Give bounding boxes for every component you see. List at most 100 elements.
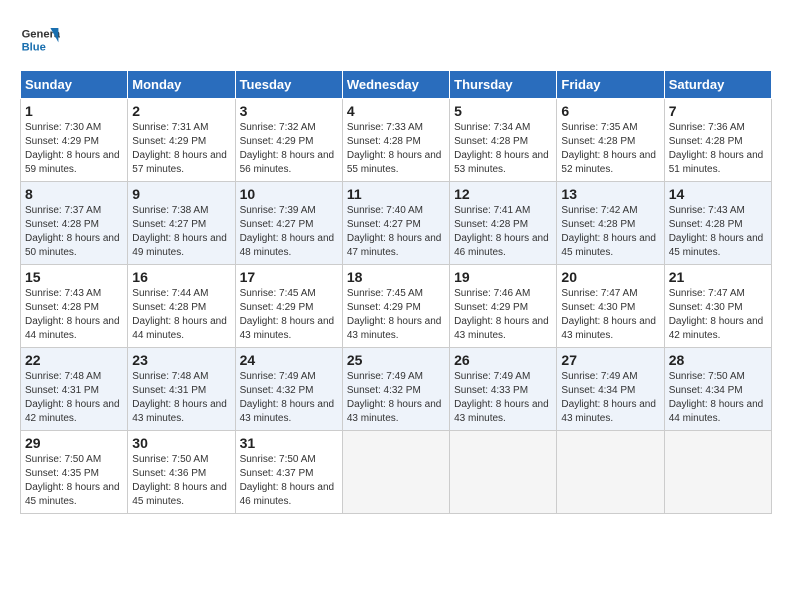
day-number: 7: [669, 103, 767, 119]
cell-info: Sunrise: 7:50 AMSunset: 4:35 PMDaylight:…: [25, 453, 123, 509]
cell-info: Sunrise: 7:48 AMSunset: 4:31 PMDaylight:…: [25, 370, 123, 426]
logo-icon: General Blue: [20, 20, 60, 60]
calendar-cell: 18 Sunrise: 7:45 AMSunset: 4:29 PMDayligh…: [342, 265, 449, 348]
day-number: 13: [561, 186, 659, 202]
day-number: 2: [132, 103, 230, 119]
day-number: 25: [347, 352, 445, 368]
day-number: 6: [561, 103, 659, 119]
column-header-wednesday: Wednesday: [342, 71, 449, 99]
logo: General Blue: [20, 20, 64, 60]
cell-info: Sunrise: 7:49 AMSunset: 4:33 PMDaylight:…: [454, 370, 552, 426]
cell-info: Sunrise: 7:45 AMSunset: 4:29 PMDaylight:…: [240, 287, 338, 343]
cell-info: Sunrise: 7:47 AMSunset: 4:30 PMDaylight:…: [669, 287, 767, 343]
day-number: 29: [25, 435, 123, 451]
cell-info: Sunrise: 7:49 AMSunset: 4:34 PMDaylight:…: [561, 370, 659, 426]
calendar-cell: 31 Sunrise: 7:50 AMSunset: 4:37 PMDayligh…: [235, 431, 342, 514]
calendar-cell: 5 Sunrise: 7:34 AMSunset: 4:28 PMDaylight…: [450, 99, 557, 182]
calendar-week-4: 22Sunrise: 7:48 AMSunset: 4:31 PMDayligh…: [21, 348, 772, 431]
calendar-cell: 7 Sunrise: 7:36 AMSunset: 4:28 PMDaylight…: [664, 99, 771, 182]
calendar-cell: 13 Sunrise: 7:42 AMSunset: 4:28 PMDayligh…: [557, 182, 664, 265]
column-header-sunday: Sunday: [21, 71, 128, 99]
calendar-cell: 27 Sunrise: 7:49 AMSunset: 4:34 PMDayligh…: [557, 348, 664, 431]
cell-info: Sunrise: 7:36 AMSunset: 4:28 PMDaylight:…: [669, 121, 767, 177]
calendar-cell: [450, 431, 557, 514]
calendar-cell: 3 Sunrise: 7:32 AMSunset: 4:29 PMDaylight…: [235, 99, 342, 182]
page-header: General Blue: [20, 20, 772, 60]
calendar-body: 1Sunrise: 7:30 AMSunset: 4:29 PMDaylight…: [21, 99, 772, 514]
cell-info: Sunrise: 7:40 AMSunset: 4:27 PMDaylight:…: [347, 204, 445, 260]
cell-info: Sunrise: 7:44 AMSunset: 4:28 PMDaylight:…: [132, 287, 230, 343]
column-header-thursday: Thursday: [450, 71, 557, 99]
day-number: 24: [240, 352, 338, 368]
cell-info: Sunrise: 7:32 AMSunset: 4:29 PMDaylight:…: [240, 121, 338, 177]
calendar-cell: 20 Sunrise: 7:47 AMSunset: 4:30 PMDayligh…: [557, 265, 664, 348]
calendar-header: SundayMondayTuesdayWednesdayThursdayFrid…: [21, 71, 772, 99]
calendar-cell: 6 Sunrise: 7:35 AMSunset: 4:28 PMDaylight…: [557, 99, 664, 182]
calendar-cell: 19 Sunrise: 7:46 AMSunset: 4:29 PMDayligh…: [450, 265, 557, 348]
day-number: 31: [240, 435, 338, 451]
day-number: 19: [454, 269, 552, 285]
cell-info: Sunrise: 7:45 AMSunset: 4:29 PMDaylight:…: [347, 287, 445, 343]
calendar-cell: [664, 431, 771, 514]
day-number: 17: [240, 269, 338, 285]
calendar-cell: 10Sunrise: 7:39 AMSunset: 4:27 PMDayligh…: [235, 182, 342, 265]
day-number: 27: [561, 352, 659, 368]
cell-info: Sunrise: 7:47 AMSunset: 4:30 PMDaylight:…: [561, 287, 659, 343]
day-number: 9: [132, 186, 230, 202]
column-header-monday: Monday: [128, 71, 235, 99]
cell-info: Sunrise: 7:42 AMSunset: 4:28 PMDaylight:…: [561, 204, 659, 260]
cell-info: Sunrise: 7:46 AMSunset: 4:29 PMDaylight:…: [454, 287, 552, 343]
cell-info: Sunrise: 7:49 AMSunset: 4:32 PMDaylight:…: [347, 370, 445, 426]
day-number: 4: [347, 103, 445, 119]
calendar-cell: 12 Sunrise: 7:41 AMSunset: 4:28 PMDayligh…: [450, 182, 557, 265]
calendar-cell: 11 Sunrise: 7:40 AMSunset: 4:27 PMDayligh…: [342, 182, 449, 265]
cell-info: Sunrise: 7:38 AMSunset: 4:27 PMDaylight:…: [132, 204, 230, 260]
cell-info: Sunrise: 7:50 AMSunset: 4:37 PMDaylight:…: [240, 453, 338, 509]
cell-info: Sunrise: 7:49 AMSunset: 4:32 PMDaylight:…: [240, 370, 338, 426]
day-number: 11: [347, 186, 445, 202]
column-header-tuesday: Tuesday: [235, 71, 342, 99]
calendar-cell: 29 Sunrise: 7:50 AMSunset: 4:35 PMDayligh…: [21, 431, 128, 514]
calendar-cell: 24 Sunrise: 7:49 AMSunset: 4:32 PMDayligh…: [235, 348, 342, 431]
cell-info: Sunrise: 7:30 AMSunset: 4:29 PMDaylight:…: [25, 121, 123, 177]
day-number: 26: [454, 352, 552, 368]
day-number: 3: [240, 103, 338, 119]
day-number: 15: [25, 269, 123, 285]
cell-info: Sunrise: 7:50 AMSunset: 4:34 PMDaylight:…: [669, 370, 767, 426]
calendar-cell: 9 Sunrise: 7:38 AMSunset: 4:27 PMDaylight…: [128, 182, 235, 265]
cell-info: Sunrise: 7:35 AMSunset: 4:28 PMDaylight:…: [561, 121, 659, 177]
calendar-cell: 16 Sunrise: 7:44 AMSunset: 4:28 PMDayligh…: [128, 265, 235, 348]
column-header-saturday: Saturday: [664, 71, 771, 99]
calendar-week-5: 29 Sunrise: 7:50 AMSunset: 4:35 PMDayligh…: [21, 431, 772, 514]
calendar-week-2: 8 Sunrise: 7:37 AMSunset: 4:28 PMDaylight…: [21, 182, 772, 265]
day-number: 16: [132, 269, 230, 285]
calendar-week-3: 15Sunrise: 7:43 AMSunset: 4:28 PMDayligh…: [21, 265, 772, 348]
day-number: 12: [454, 186, 552, 202]
cell-info: Sunrise: 7:34 AMSunset: 4:28 PMDaylight:…: [454, 121, 552, 177]
cell-info: Sunrise: 7:37 AMSunset: 4:28 PMDaylight:…: [25, 204, 123, 260]
calendar-cell: 14 Sunrise: 7:43 AMSunset: 4:28 PMDayligh…: [664, 182, 771, 265]
calendar-cell: 17 Sunrise: 7:45 AMSunset: 4:29 PMDayligh…: [235, 265, 342, 348]
day-number: 30: [132, 435, 230, 451]
cell-info: Sunrise: 7:48 AMSunset: 4:31 PMDaylight:…: [132, 370, 230, 426]
calendar-cell: 25 Sunrise: 7:49 AMSunset: 4:32 PMDayligh…: [342, 348, 449, 431]
cell-info: Sunrise: 7:31 AMSunset: 4:29 PMDaylight:…: [132, 121, 230, 177]
day-number: 20: [561, 269, 659, 285]
calendar-cell: 8 Sunrise: 7:37 AMSunset: 4:28 PMDaylight…: [21, 182, 128, 265]
calendar-cell: [342, 431, 449, 514]
column-header-friday: Friday: [557, 71, 664, 99]
day-number: 23: [132, 352, 230, 368]
calendar-cell: 2 Sunrise: 7:31 AMSunset: 4:29 PMDaylight…: [128, 99, 235, 182]
calendar-cell: 30Sunrise: 7:50 AMSunset: 4:36 PMDayligh…: [128, 431, 235, 514]
cell-info: Sunrise: 7:43 AMSunset: 4:28 PMDaylight:…: [669, 204, 767, 260]
day-number: 8: [25, 186, 123, 202]
calendar-week-1: 1Sunrise: 7:30 AMSunset: 4:29 PMDaylight…: [21, 99, 772, 182]
day-number: 14: [669, 186, 767, 202]
cell-info: Sunrise: 7:41 AMSunset: 4:28 PMDaylight:…: [454, 204, 552, 260]
day-number: 18: [347, 269, 445, 285]
day-number: 5: [454, 103, 552, 119]
calendar-table: SundayMondayTuesdayWednesdayThursdayFrid…: [20, 70, 772, 514]
calendar-cell: 15Sunrise: 7:43 AMSunset: 4:28 PMDayligh…: [21, 265, 128, 348]
cell-info: Sunrise: 7:39 AMSunset: 4:27 PMDaylight:…: [240, 204, 338, 260]
calendar-cell: 4Sunrise: 7:33 AMSunset: 4:28 PMDaylight…: [342, 99, 449, 182]
